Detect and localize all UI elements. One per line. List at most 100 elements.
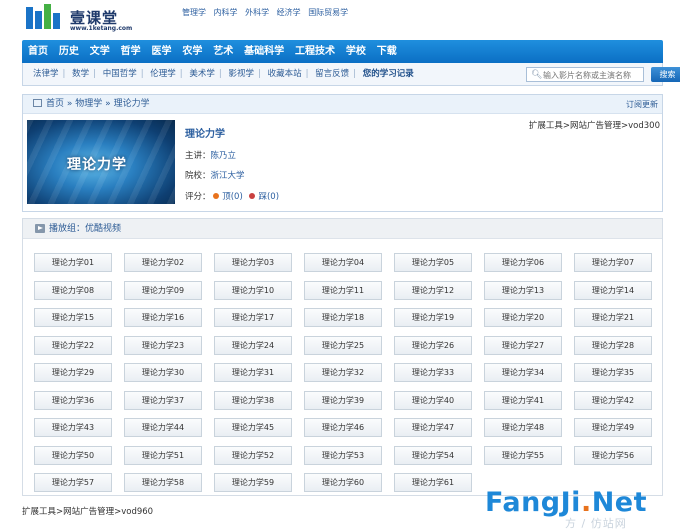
school-value[interactable]: 浙江大学 [211, 171, 245, 181]
episode-button[interactable]: 理论力学20 [484, 308, 562, 327]
breadcrumb-category[interactable]: 物理学 [75, 99, 102, 109]
episode-button[interactable]: 理论力学53 [304, 445, 382, 465]
nav-item[interactable]: 下载 [371, 40, 397, 63]
site-logo[interactable]: 壹课堂 www.1ketang.com [26, 4, 156, 34]
episode-button[interactable]: 理论力学33 [394, 363, 472, 382]
episode-button[interactable]: 理论力学43 [34, 418, 112, 437]
study-history-link[interactable]: 您的学习记录 [363, 69, 414, 79]
episode-button[interactable]: 理论力学17 [214, 308, 292, 327]
episode-button[interactable]: 理论力学03 [214, 253, 292, 272]
episode-button[interactable]: 理论力学12 [394, 280, 472, 300]
logo-mark-icon [26, 4, 60, 29]
nav-item[interactable]: 文学 [84, 40, 110, 63]
episode-button[interactable]: 理论力学32 [304, 363, 382, 382]
search-input[interactable] [543, 69, 643, 81]
subnav-item[interactable]: 美术学 [189, 69, 215, 79]
episode-button[interactable]: 理论力学10 [214, 280, 292, 300]
episode-button[interactable]: 理论力学21 [574, 308, 652, 327]
episode-button[interactable]: 理论力学11 [304, 280, 382, 300]
episode-button[interactable]: 理论力学23 [124, 335, 202, 355]
episode-button[interactable]: 理论力学27 [484, 335, 562, 355]
episode-button[interactable]: 理论力学52 [214, 445, 292, 465]
episode-button[interactable]: 理论力学26 [394, 335, 472, 355]
top-link[interactable]: 国际贸易学 [308, 8, 348, 17]
episode-button[interactable]: 理论力学05 [394, 253, 472, 272]
nav-item[interactable]: 基础科学 [238, 40, 284, 63]
search-button[interactable]: 搜索 [651, 67, 680, 82]
top-link[interactable]: 内科学 [214, 8, 238, 17]
lecturer-value[interactable]: 陈乃立 [211, 151, 237, 161]
nav-item[interactable]: 艺术 [207, 40, 233, 63]
episode-button[interactable]: 理论力学16 [124, 308, 202, 327]
episode-button[interactable]: 理论力学44 [124, 418, 202, 437]
episode-button[interactable]: 理论力学54 [394, 445, 472, 465]
breadcrumb-current[interactable]: 理论力学 [114, 99, 150, 109]
subnav-item[interactable]: 法律学 [33, 69, 59, 79]
episode-button[interactable]: 理论力学14 [574, 280, 652, 300]
subscribe-link[interactable]: 订阅更新 [626, 95, 658, 114]
course-title[interactable]: 理论力学 [185, 125, 225, 140]
up-vote-button[interactable]: 顶(0) [222, 192, 243, 202]
episode-button[interactable]: 理论力学39 [304, 390, 382, 410]
episode-button[interactable]: 理论力学25 [304, 335, 382, 355]
episode-button[interactable]: 理论力学57 [34, 473, 112, 492]
nav-item[interactable]: 历史 [53, 40, 79, 63]
episode-button[interactable]: 理论力学30 [124, 363, 202, 382]
subnav-item[interactable]: 数学 [72, 69, 89, 79]
nav-item[interactable]: 农学 [176, 40, 202, 63]
course-thumbnail[interactable]: 理论力学 [27, 120, 175, 204]
episode-button[interactable]: 理论力学31 [214, 363, 292, 382]
episode-button[interactable]: 理论力学35 [574, 363, 652, 382]
episode-button[interactable]: 理论力学36 [34, 390, 112, 410]
episode-button[interactable]: 理论力学42 [574, 390, 652, 410]
episode-button[interactable]: 理论力学46 [304, 418, 382, 437]
episode-button[interactable]: 理论力学56 [574, 445, 652, 465]
episode-button[interactable]: 理论力学48 [484, 418, 562, 437]
episode-button[interactable]: 理论力学41 [484, 390, 562, 410]
episode-button[interactable]: 理论力学19 [394, 308, 472, 327]
nav-item[interactable]: 哲学 [115, 40, 141, 63]
top-link[interactable]: 经济学 [277, 8, 301, 17]
episode-button[interactable]: 理论力学06 [484, 253, 562, 272]
episode-button[interactable]: 理论力学02 [124, 253, 202, 272]
episode-button[interactable]: 理论力学28 [574, 335, 652, 355]
episode-button[interactable]: 理论力学49 [574, 418, 652, 437]
nav-item[interactable]: 首页 [22, 40, 48, 63]
episode-button[interactable]: 理论力学45 [214, 418, 292, 437]
episode-button[interactable]: 理论力学07 [574, 253, 652, 272]
feedback-link[interactable]: 留言反馈 [315, 69, 349, 79]
nav-item[interactable]: 医学 [146, 40, 172, 63]
episode-button[interactable]: 理论力学13 [484, 280, 562, 300]
episode-button[interactable]: 理论力学09 [124, 280, 202, 300]
episode-button[interactable]: 理论力学61 [394, 473, 472, 492]
episode-button[interactable]: 理论力学40 [394, 390, 472, 410]
subnav-item[interactable]: 伦理学 [150, 69, 176, 79]
episode-button[interactable]: 理论力学58 [124, 473, 202, 492]
episode-button[interactable]: 理论力学24 [214, 335, 292, 355]
episode-button[interactable]: 理论力学55 [484, 445, 562, 465]
episode-button[interactable]: 理论力学59 [214, 473, 292, 492]
bookmark-link[interactable]: 收藏本站 [268, 69, 302, 79]
episode-button[interactable]: 理论力学15 [34, 308, 112, 327]
episode-button[interactable]: 理论力学18 [304, 308, 382, 327]
episode-button[interactable]: 理论力学38 [214, 390, 292, 410]
subnav-item[interactable]: 影视学 [228, 69, 254, 79]
episode-button[interactable]: 理论力学34 [484, 363, 562, 382]
episode-button[interactable]: 理论力学08 [34, 280, 112, 300]
episode-button[interactable]: 理论力学29 [34, 363, 112, 382]
episode-button[interactable]: 理论力学37 [124, 390, 202, 410]
episode-button[interactable]: 理论力学22 [34, 335, 112, 355]
breadcrumb-home[interactable]: 首页 [46, 99, 64, 109]
top-link[interactable]: 外科学 [245, 8, 269, 17]
nav-item[interactable]: 学校 [340, 40, 366, 63]
episode-button[interactable]: 理论力学47 [394, 418, 472, 437]
subnav-item[interactable]: 中国哲学 [103, 69, 137, 79]
episode-button[interactable]: 理论力学01 [34, 253, 112, 272]
episode-button[interactable]: 理论力学50 [34, 445, 112, 465]
episode-button[interactable]: 理论力学60 [304, 473, 382, 492]
top-link[interactable]: 管理学 [182, 8, 206, 17]
nav-item[interactable]: 工程技术 [289, 40, 335, 63]
episode-button[interactable]: 理论力学51 [124, 445, 202, 465]
episode-button[interactable]: 理论力学04 [304, 253, 382, 272]
down-vote-button[interactable]: 踩(0) [258, 192, 279, 202]
